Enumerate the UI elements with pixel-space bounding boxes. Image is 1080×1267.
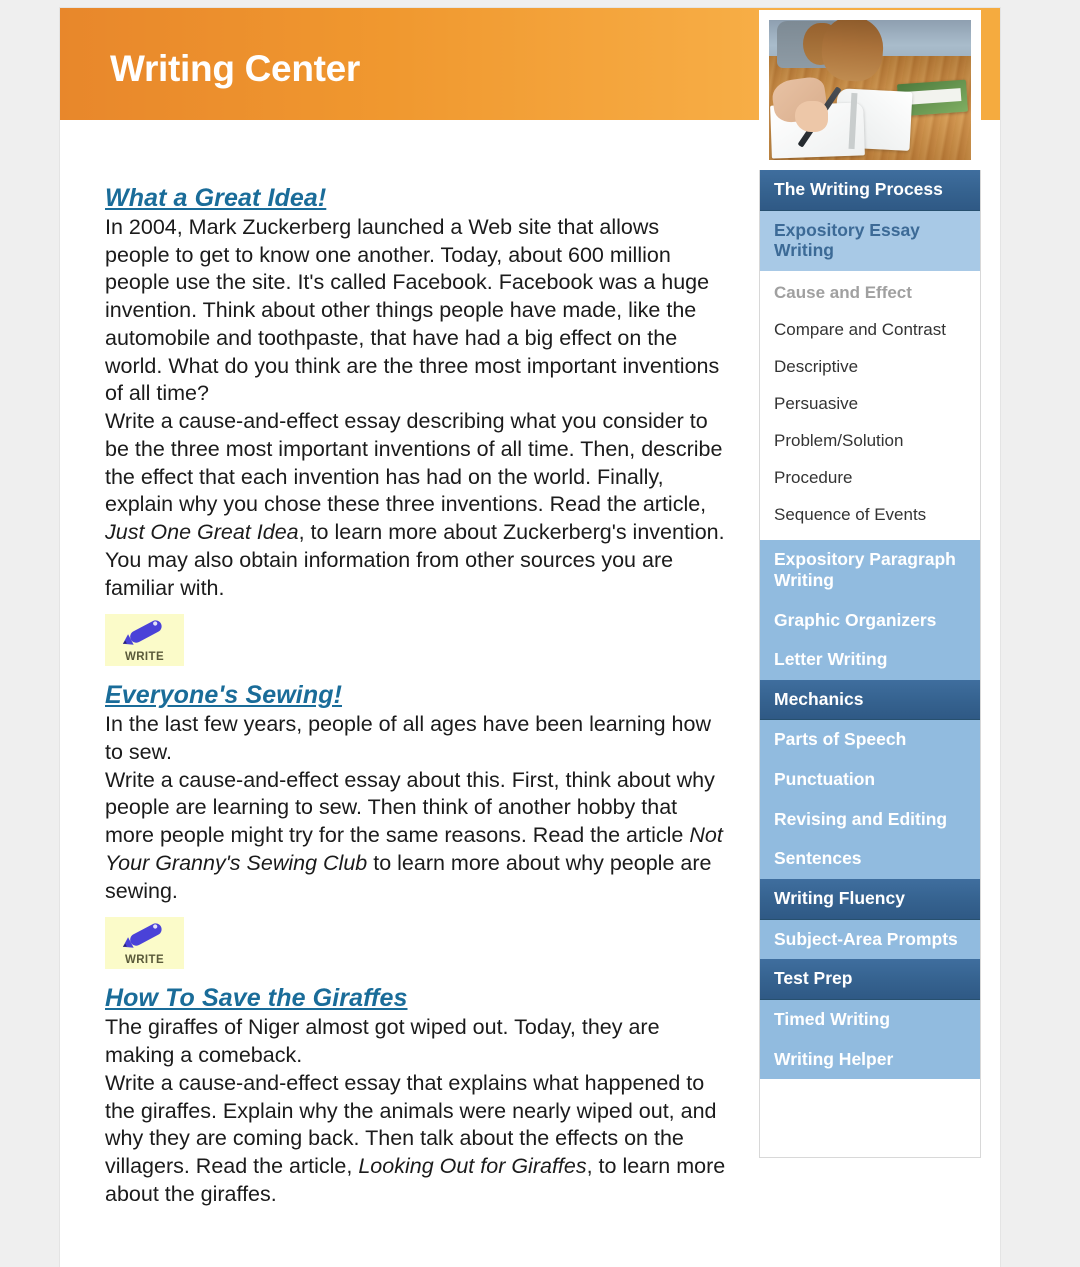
article-block: How To Save the Giraffes The giraffes of … xyxy=(105,984,727,1214)
sidebar-section-sentences[interactable]: Sentences xyxy=(760,839,980,880)
sidebar-section-test-prep[interactable]: Test Prep xyxy=(760,959,980,1000)
sidebar-section-expository-essay-writing[interactable]: Expository Essay Writing xyxy=(760,210,980,271)
student-writing-in-notebook-photo xyxy=(769,20,971,160)
article-intro-paragraph: In the last few years, people of all age… xyxy=(105,712,711,765)
article-title-row: What a Great Idea! xyxy=(105,184,727,214)
sidebar-section-letter-writing[interactable]: Letter Writing xyxy=(760,640,980,680)
photo-hand xyxy=(795,101,828,132)
sidebar-item-problem-solution[interactable]: Problem/Solution xyxy=(760,423,980,461)
sidebar-item-persuasive[interactable]: Persuasive xyxy=(760,386,980,424)
sidebar-item-sequence-of-events[interactable]: Sequence of Events xyxy=(760,497,980,535)
article-block: Everyone's Sewing! In the last few years,… xyxy=(105,681,727,984)
sidebar-subitem-list: Cause and Effect Compare and Contrast Desc… xyxy=(760,271,980,540)
sidebar-navigation: The Writing Process Expository Essay Writ… xyxy=(759,170,981,1159)
sidebar-item-cause-and-effect: Cause and Effect xyxy=(760,274,980,312)
article-title-link[interactable]: Everyone's Sewing! xyxy=(105,681,342,710)
hero-photo-frame xyxy=(759,10,981,170)
article-title-row: How To Save the Giraffes xyxy=(105,984,727,1014)
prompt-text-before: Write a cause-and-effect essay about thi… xyxy=(105,767,715,848)
article-prompt-paragraph: Write a cause-and-effect essay that expl… xyxy=(105,1070,727,1209)
article-intro-paragraph: The giraffes of Niger almost got wiped o… xyxy=(105,1015,660,1068)
sidebar-section-revising-and-editing[interactable]: Revising and Editing xyxy=(760,799,980,840)
write-button[interactable]: WRITE xyxy=(105,614,184,667)
page-container: Writing Center The Writing Process Exposi… xyxy=(60,8,1000,1267)
sidebar-section-parts-of-speech[interactable]: Parts of Speech xyxy=(760,720,980,761)
article-intro-paragraph: In 2004, Mark Zuckerberg launched a Web … xyxy=(105,215,720,406)
sidebar-section-the-writing-process[interactable]: The Writing Process xyxy=(760,170,980,211)
article-title-row: Everyone's Sewing! xyxy=(105,681,727,711)
article-prompt-paragraph: Write a cause-and-effect essay about thi… xyxy=(105,767,727,906)
referenced-article-title: Just One Great Idea xyxy=(105,520,299,545)
pencil-icon xyxy=(118,920,172,951)
article-block: What a Great Idea! In 2004, Mark Zuckerbe… xyxy=(105,184,727,681)
sidebar-section-expository-paragraph-writing[interactable]: Expository Paragraph Writing xyxy=(760,540,980,601)
sidebar-item-procedure[interactable]: Procedure xyxy=(760,460,980,498)
main-content: What a Great Idea! In 2004, Mark Zuckerbe… xyxy=(105,184,727,1215)
sidebar-filler xyxy=(760,1079,980,1158)
sidebar-section-list: The Writing Process Expository Essay Writ… xyxy=(760,170,980,1080)
article-title-link[interactable]: What a Great Idea! xyxy=(105,184,326,213)
sidebar-section-writing-helper[interactable]: Writing Helper xyxy=(760,1039,980,1080)
page-title: Writing Center xyxy=(110,48,361,89)
sidebar-section-punctuation[interactable]: Punctuation xyxy=(760,760,980,800)
sidebar-section-writing-fluency[interactable]: Writing Fluency xyxy=(760,879,980,920)
sidebar-section-mechanics[interactable]: Mechanics xyxy=(760,679,980,721)
sidebar-item-descriptive[interactable]: Descriptive xyxy=(760,349,980,387)
article-title-link[interactable]: How To Save the Giraffes xyxy=(105,984,408,1013)
sidebar-section-graphic-organizers[interactable]: Graphic Organizers xyxy=(760,600,980,641)
sidebar-item-compare-and-contrast[interactable]: Compare and Contrast xyxy=(760,311,980,350)
sidebar-section-timed-writing[interactable]: Timed Writing xyxy=(760,999,980,1040)
write-button-label: WRITE xyxy=(124,954,165,967)
prompt-text-before: Write a cause-and-effect essay describin… xyxy=(105,409,723,517)
referenced-article-title: Looking Out for Giraffes xyxy=(358,1154,587,1179)
article-prompt-paragraph: Write a cause-and-effect essay describin… xyxy=(105,408,727,602)
write-button[interactable]: WRITE xyxy=(105,917,184,970)
write-button-label: WRITE xyxy=(124,651,165,664)
pencil-icon xyxy=(118,617,172,648)
sidebar-section-subject-area-prompts[interactable]: Subject-Area Prompts xyxy=(760,919,980,960)
